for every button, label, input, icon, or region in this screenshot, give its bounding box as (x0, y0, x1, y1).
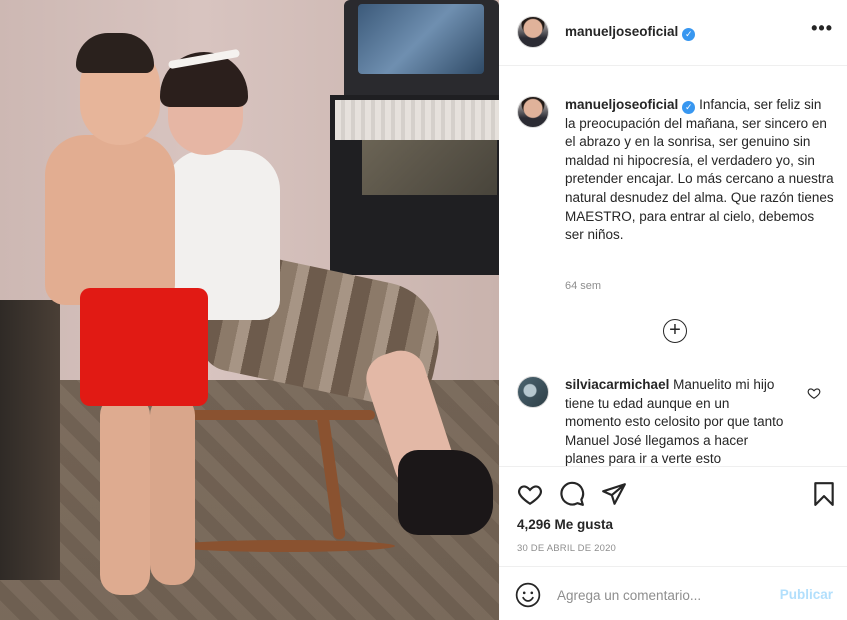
photo-boy-shorts (80, 288, 208, 406)
post-header: manueljoseoficial ✓ ••• (499, 0, 847, 66)
load-more-comments-icon[interactable]: + (663, 319, 687, 343)
publish-button[interactable]: Publicar (780, 587, 833, 602)
post-photo[interactable] (0, 0, 499, 620)
photo-mother-shoe (398, 450, 493, 535)
comment-like-heart-icon[interactable] (807, 386, 821, 400)
likes-count[interactable]: 4,296 Me gusta (517, 517, 613, 532)
caption-avatar[interactable] (517, 96, 549, 128)
comment-input[interactable] (557, 584, 757, 606)
header-username[interactable]: manueljoseoficial ✓ (565, 24, 696, 41)
comment-username[interactable]: silviacarmichael (565, 377, 669, 392)
post-date[interactable]: 30 DE ABRIL DE 2020 (517, 543, 616, 554)
comment-text-block: silviacarmichael Manuelito mi hijo tiene… (565, 376, 785, 466)
caption-area: manueljoseoficial ✓ Infancia, ser feliz s… (499, 66, 847, 466)
save-bookmark-icon[interactable] (811, 481, 837, 507)
photo-boy-leg (100, 395, 150, 595)
comment-bubble-icon[interactable] (559, 481, 585, 507)
comment-avatar[interactable] (517, 376, 549, 408)
photo-book (362, 140, 497, 195)
emoji-smiley-icon[interactable] (515, 582, 541, 608)
avatar[interactable] (517, 16, 549, 48)
photo-tv (344, 0, 499, 110)
add-comment-bar: Publicar (499, 566, 847, 620)
share-paper-plane-icon[interactable] (601, 481, 627, 507)
verified-icon: ✓ (682, 28, 696, 41)
photo-cloth (335, 100, 499, 140)
photo-table (0, 300, 60, 580)
like-heart-icon[interactable] (517, 481, 543, 507)
photo-boy-torso (45, 135, 175, 305)
verified-icon: ✓ (682, 101, 696, 114)
post-actions: 4,296 Me gusta 30 DE ABRIL DE 2020 (499, 466, 847, 566)
caption-username[interactable]: manueljoseoficial (565, 97, 678, 112)
caption-body: Infancia, ser feliz sin la preocupación … (565, 97, 834, 243)
caption-time[interactable]: 64 sem (565, 280, 601, 292)
photo-boy-leg (150, 395, 195, 585)
post-side-panel: manueljoseoficial ✓ ••• manueljoseoficial… (499, 0, 847, 620)
more-options-icon[interactable]: ••• (811, 18, 833, 39)
caption-text-block: manueljoseoficial ✓ Infancia, ser feliz s… (565, 96, 835, 245)
